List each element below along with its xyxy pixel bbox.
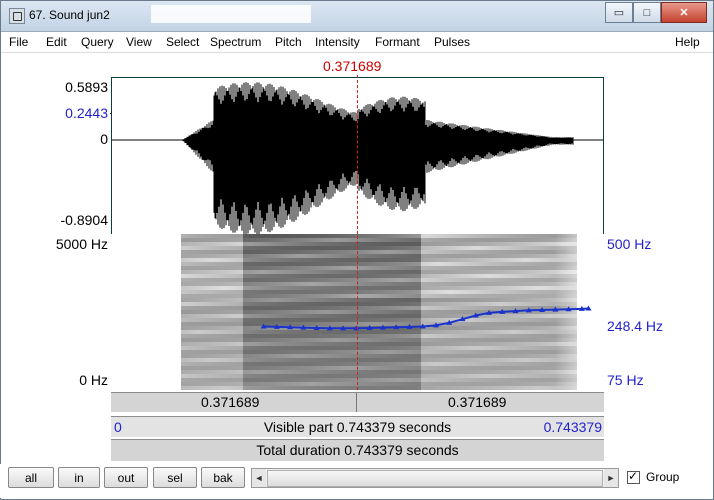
title-bar: 67. Sound jun2 ▭ □ ✕ [1, 1, 713, 32]
menu-spectrum[interactable]: Spectrum [210, 35, 261, 49]
menu-query[interactable]: Query [81, 35, 114, 49]
waveform-trace [182, 82, 574, 235]
window-title: 67. Sound jun2 [29, 8, 110, 22]
menu-pulses[interactable]: Pulses [434, 35, 470, 49]
spectrogram-min-freq-label: 0 Hz [79, 372, 108, 388]
menu-file[interactable]: File [9, 35, 28, 49]
app-icon [9, 8, 25, 24]
menu-pitch[interactable]: Pitch [275, 35, 302, 49]
menu-help[interactable]: Help [675, 35, 700, 49]
menu-formant[interactable]: Formant [375, 35, 420, 49]
waveform-min-label: -0.8904 [60, 212, 108, 228]
title-bar-blank [151, 5, 311, 23]
menu-bar: File Edit Query View Select Spectrum Pit… [1, 32, 713, 53]
pitch-max-label: 500 Hz [607, 236, 652, 252]
waveform-cursor-value-label: 0.2443 [65, 105, 108, 121]
waveform-max-label: 0.5893 [65, 79, 108, 95]
maximize-button[interactable]: □ [633, 2, 661, 23]
window-controls: ▭ □ ✕ [605, 2, 707, 23]
close-button[interactable]: ✕ [661, 2, 707, 23]
menu-view[interactable]: View [126, 35, 152, 49]
spectrogram-max-freq-label: 5000 Hz [55, 236, 108, 252]
menu-select[interactable]: Select [166, 35, 199, 49]
menu-intensity[interactable]: Intensity [315, 35, 360, 49]
minimize-button[interactable]: ▭ [605, 2, 633, 23]
cursor-time-label: 0.371689 [323, 58, 382, 74]
pitch-min-label: 75 Hz [607, 372, 644, 388]
menu-edit[interactable]: Edit [46, 35, 67, 49]
pitch-cursor-label: 248.4 Hz [607, 318, 664, 334]
waveform-zero-label: 0 [100, 131, 108, 147]
